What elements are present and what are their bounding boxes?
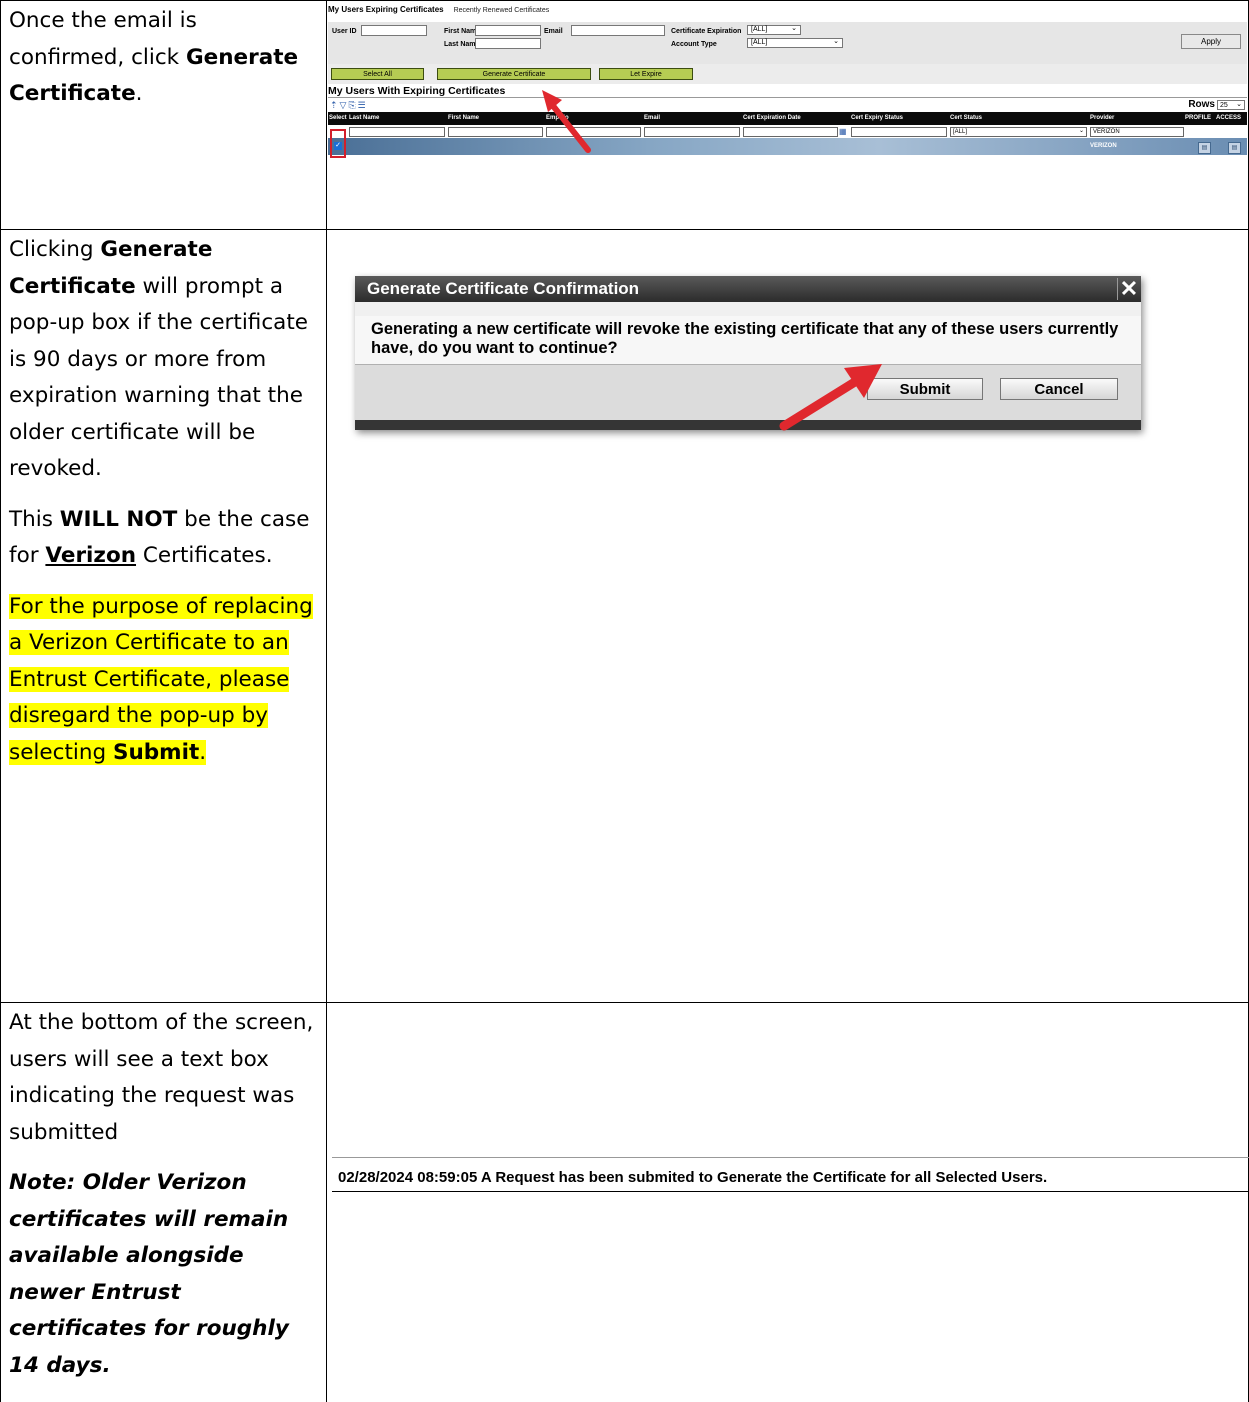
provider-filter[interactable]: VERIZON [1090, 127, 1184, 137]
chevron-down-icon: ⌄ [1236, 101, 1242, 108]
col-last-name[interactable]: Last Name [349, 112, 379, 125]
table-column-divider [326, 0, 327, 1402]
email-input[interactable] [571, 25, 665, 36]
cert-expiration-date-filter[interactable] [743, 127, 838, 137]
cert-expiration-select[interactable]: [ALL] ⌄ [747, 25, 801, 35]
row3-instructions: At the bottom of the screen, users will … [9, 1005, 315, 1384]
col-profile[interactable]: PROFILE [1185, 112, 1211, 125]
last-name-input[interactable] [475, 38, 541, 49]
row3-text: At the bottom of the screen, users will … [9, 1010, 314, 1145]
apply-button[interactable]: Apply [1181, 34, 1241, 49]
list-icon[interactable]: ☰ [358, 100, 368, 110]
col-provider[interactable]: Provider [1090, 112, 1114, 125]
table-border-top [0, 0, 1249, 1]
generate-certificate-dialog: Generate Certificate Confirmation ✕ Gene… [355, 276, 1141, 430]
generate-certificate-button[interactable]: Generate Certificate [437, 68, 591, 80]
row2-text-5: Certificates. [142, 543, 273, 568]
col-first-name[interactable]: First Name [448, 112, 479, 125]
certificate-tabs: My Users Expiring Certificates Recently … [328, 5, 549, 14]
export-icon[interactable]: ⎘ [348, 100, 357, 110]
account-type-label: Account Type [671, 41, 717, 48]
dialog-title-bar: Generate Certificate Confirmation ✕ [355, 276, 1141, 302]
col-cert-expiry-status[interactable]: Cert Expiry Status [851, 112, 903, 125]
user-id-input[interactable] [361, 25, 427, 36]
refresh-icon[interactable]: ⇡ [330, 100, 340, 110]
notice-top-border [332, 1157, 1249, 1158]
table-row-divider-1 [0, 229, 1249, 230]
cert-status-filter[interactable]: [ALL] ⌄ [950, 127, 1087, 137]
chevron-down-icon: ⌄ [833, 38, 839, 45]
rows-per-page-select[interactable]: 25 ⌄ [1217, 100, 1245, 110]
col-cert-expiration-date[interactable]: Cert Expiration Date [743, 112, 801, 125]
row2-text-2: will prompt a pop-up box if the certific… [9, 273, 308, 482]
account-type-value: [ALL] [751, 39, 768, 46]
grid-filter-row: ▦ [ALL] ⌄ VERIZON [328, 126, 1247, 138]
col-email[interactable]: Email [644, 112, 660, 125]
select-all-button[interactable]: Select All [331, 68, 424, 80]
request-submitted-notice: 02/28/2024 08:59:05 A Request has been s… [338, 1169, 1048, 1186]
col-access[interactable]: ACCESS [1216, 112, 1241, 125]
first-name-input[interactable] [475, 25, 541, 36]
grid-header-row: Select Last Name First Name Emp No Email… [328, 112, 1247, 125]
row-underlay [1018, 155, 1247, 159]
callout-arrow-icon [779, 364, 882, 431]
cert-status-filter-value: [ALL] [953, 129, 968, 135]
cert-expiration-label: Certificate Expiration [671, 28, 742, 35]
calendar-icon[interactable]: ▦ [839, 127, 847, 136]
dialog-title: Generate Certificate Confirmation [367, 279, 640, 298]
col-select[interactable]: Select [329, 112, 347, 125]
rows-per-page-value: 25 [1220, 102, 1228, 109]
grid-toolbar: ⇡▽⎘☰ [330, 100, 368, 111]
col-cert-status[interactable]: Cert Status [950, 112, 982, 125]
grid-title: My Users With Expiring Certificates [328, 85, 506, 97]
cert-expiry-status-filter[interactable] [851, 127, 947, 137]
email-filter[interactable] [644, 127, 740, 137]
row2-text-1: Clicking [9, 237, 94, 262]
rows-label: Rows [1188, 99, 1215, 110]
chevron-down-icon: ⌄ [791, 25, 797, 32]
table-border-left [0, 0, 1, 1402]
row2-instructions: Clicking Generate Certificate will promp… [9, 232, 315, 771]
row1-period: . [135, 81, 143, 106]
let-expire-button[interactable]: Let Expire [599, 68, 693, 80]
user-id-label: User ID [332, 28, 357, 35]
row-select-checkbox[interactable]: ✓ [334, 142, 342, 150]
row2-bold-verizon: Verizon [45, 543, 137, 568]
email-label: Email [544, 28, 563, 35]
close-icon[interactable]: ✕ [1117, 278, 1140, 300]
grid-divider [328, 97, 1247, 98]
tab-my-users-expiring[interactable]: My Users Expiring Certificates [328, 5, 444, 14]
callout-arrow-icon [542, 90, 591, 153]
row-provider: VERIZON [1090, 143, 1117, 149]
action-button-row: Select All Generate Certificate Let Expi… [328, 64, 1247, 84]
row2-bold-will-not: WILL NOT [59, 506, 178, 532]
notice-underline [332, 1191, 1249, 1192]
row2-highlight-period: . [199, 739, 207, 765]
tab-recently-renewed[interactable]: Recently Renewed Certificates [454, 7, 550, 14]
chevron-down-icon: ⌄ [1078, 128, 1084, 134]
row2-text-3: This [9, 506, 53, 532]
row1-text: Once the email is confirmed, click [9, 8, 197, 70]
profile-icon[interactable]: ▤ [1198, 142, 1211, 154]
expiring-certificates-screenshot: My Users Expiring Certificates Recently … [328, 2, 1247, 198]
dialog-footer [355, 420, 1141, 430]
access-icon[interactable]: ▤ [1228, 142, 1241, 154]
row2-bold-submit: Submit [112, 739, 200, 765]
dialog-message: Generating a new certificate will revoke… [371, 320, 1119, 357]
last-name-filter[interactable] [349, 127, 445, 137]
table-row-divider-2 [0, 1002, 1249, 1003]
cancel-button[interactable]: Cancel [1000, 378, 1118, 400]
cert-expiration-value: [ALL] [751, 26, 768, 33]
account-type-select[interactable]: [ALL] ⌄ [747, 38, 843, 48]
row1-instructions: Once the email is confirmed, click Gener… [9, 3, 315, 113]
row3-note: Note: Older Verizon certificates will re… [9, 1170, 289, 1378]
